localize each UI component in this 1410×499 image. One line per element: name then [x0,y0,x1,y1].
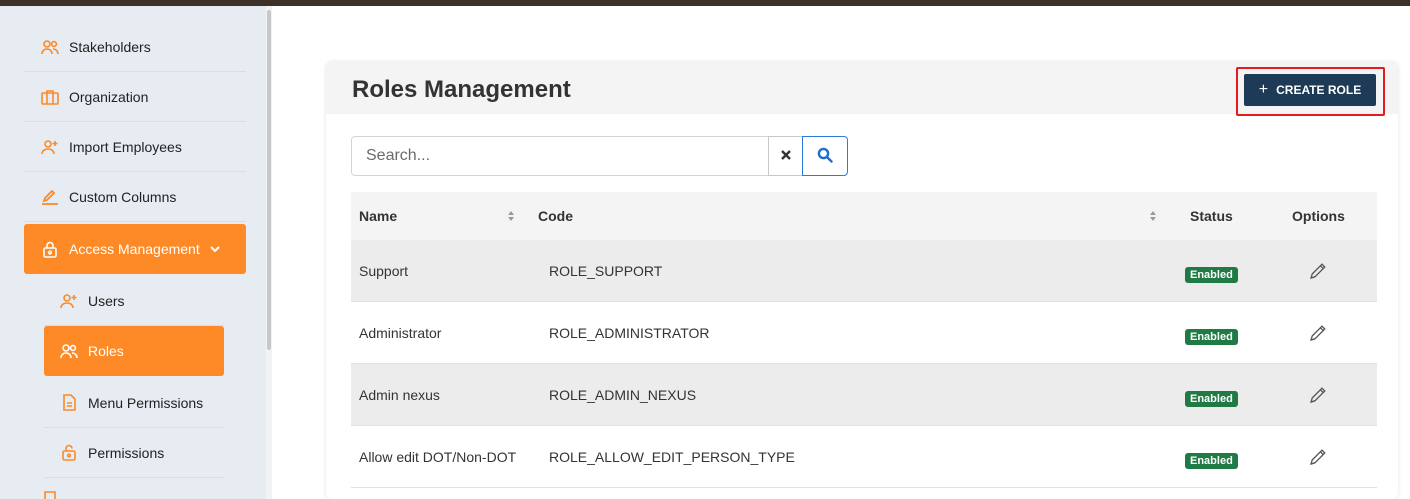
unlock-icon [60,444,78,462]
sidebar-item-label: Organization [69,88,149,105]
sidebar-item-label: Stakeholders [69,38,151,55]
search-icon [817,147,833,166]
partial-icon [41,485,59,499]
chevron-down-icon [210,245,220,253]
role-name: Administrator [359,325,442,341]
role-name: Admin nexus [359,387,440,403]
sidebar-item-menu-permissions[interactable]: Menu Permissions [44,378,224,428]
sidebar-item-permissions[interactable]: Permissions [44,428,224,478]
role-code: ROLE_ADMIN_NEXUS [549,387,697,403]
sidebar-item-label: Roles [88,343,124,359]
header-status: Status [1190,208,1233,224]
scrollbar-thumb[interactable] [267,10,271,350]
create-role-label: CREATE ROLE [1276,83,1362,97]
sidebar-item-label: Custom Columns [69,188,177,205]
edit-button[interactable] [1308,302,1328,364]
status-badge: Enabled [1185,329,1238,345]
sidebar-item-stakeholders[interactable]: Stakeholders [24,22,246,72]
pencil-icon [1310,325,1326,341]
role-name: Support [359,263,409,279]
sidebar-item-custom-columns[interactable]: Custom Columns [24,172,246,222]
table-header: Name Code Status Options [351,192,1377,240]
status-badge: Enabled [1185,453,1238,469]
role-name: Allow edit DOT/Non-DOT [359,449,517,465]
header-name[interactable]: Name [359,208,397,224]
status-badge: Enabled [1185,267,1238,283]
briefcase-icon [41,88,59,106]
status-badge: Enabled [1185,391,1238,407]
edit-button[interactable] [1308,426,1328,488]
users-icon [41,38,59,56]
page-title: Roles Management [352,76,571,103]
header-options: Options [1292,208,1345,224]
pencil-icon [1310,263,1326,279]
sidebar-scrollbar[interactable] [266,6,272,499]
sort-icon[interactable] [1149,209,1157,225]
sidebar-item-import-employees[interactable]: Import Employees [24,122,246,172]
edit-button[interactable] [1308,364,1328,426]
pencil-icon [1310,387,1326,403]
lock-icon [41,240,59,258]
role-code: ROLE_ADMINISTRATOR [549,325,710,341]
sidebar-item-label: Import Employees [69,138,182,155]
status-cell: Enabled [1185,426,1238,488]
role-code: ROLE_SUPPORT [549,263,663,279]
edit-button[interactable] [1308,240,1328,302]
sidebar-item-roles[interactable]: Roles [44,326,224,376]
create-role-button[interactable]: + CREATE ROLE [1244,74,1376,106]
search-button[interactable] [802,136,848,176]
sidebar-item-organization[interactable]: Organization [24,72,246,122]
sidebar-item-partial[interactable] [24,489,246,499]
table-row: Allow edit DOT/Non-DOT ROLE_ALLOW_EDIT_P… [351,426,1377,488]
pencil-icon [41,188,59,206]
sidebar-item-label: Users [88,292,125,309]
table-row: Admin nexus ROLE_ADMIN_NEXUS Enabled [351,364,1377,426]
roles-card: Roles Management + CREATE ROLE Name Code… [326,62,1398,499]
sidebar-item-users[interactable]: Users [44,276,224,326]
sidebar-item-label: Access Management [69,241,200,257]
pencil-icon [1310,449,1326,465]
sidebar-item-label: Permissions [88,444,165,461]
clear-search-button[interactable] [768,136,803,176]
sort-icon[interactable] [507,209,515,225]
table-row: Support ROLE_SUPPORT Enabled [351,240,1377,302]
document-icon [60,394,78,412]
header-code[interactable]: Code [538,208,573,224]
plus-icon: + [1258,81,1269,98]
user-plus-icon [41,138,59,156]
status-cell: Enabled [1185,240,1238,302]
role-code: ROLE_ALLOW_EDIT_PERSON_TYPE [549,449,795,465]
close-icon [780,149,792,164]
status-cell: Enabled [1185,364,1238,426]
roles-table: Name Code Status Options Support ROLE_SU… [351,192,1377,488]
table-row: Administrator ROLE_ADMINISTRATOR Enabled [351,302,1377,364]
user-plus-icon [60,292,78,310]
status-cell: Enabled [1185,302,1238,364]
sidebar-item-access-management[interactable]: Access Management [24,224,246,274]
search-input[interactable] [351,136,769,176]
sidebar-item-label: Menu Permissions [88,394,204,411]
sidebar: Stakeholders Organization Import Employe… [0,6,266,499]
users-icon [60,342,78,360]
